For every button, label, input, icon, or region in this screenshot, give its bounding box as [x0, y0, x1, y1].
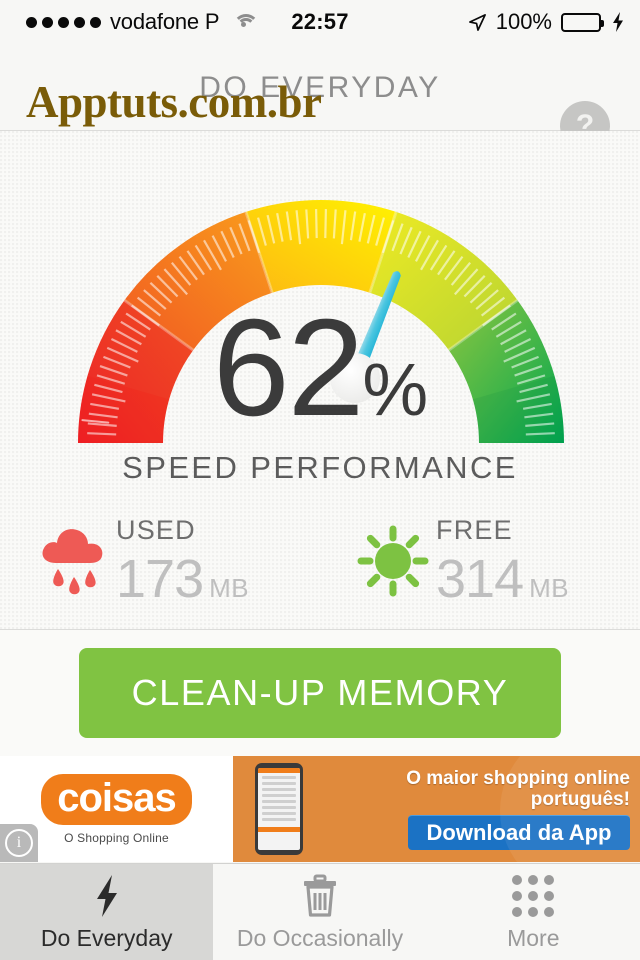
ad-content-area: O maior shopping online português! Downl…	[233, 756, 640, 862]
ad-headline-line1: O maior shopping online	[406, 767, 630, 789]
tab-do-everyday-label: Do Everyday	[40, 925, 173, 951]
status-bar-right: 100%	[468, 9, 624, 35]
ad-brand-name: coisas	[57, 775, 177, 820]
stat-free-text: FREE 314 MB	[436, 511, 569, 610]
stat-free: FREE 314 MB	[320, 511, 640, 621]
ad-banner[interactable]: coisas O Shopping Online O maior shoppin…	[0, 756, 640, 862]
stat-free-valuerow: 314 MB	[436, 548, 569, 610]
grid-dots-icon	[512, 873, 555, 919]
speed-performance-label: SPEED PERFORMANCE	[122, 450, 518, 485]
stat-used-label: USED	[116, 515, 196, 545]
percent-symbol: %	[362, 348, 428, 431]
tab-more-label: More	[507, 925, 560, 951]
tab-do-occasionally[interactable]: Do Occasionally	[213, 864, 426, 960]
stat-used-valuerow: 173 MB	[116, 548, 249, 610]
rain-cloud-icon	[42, 529, 103, 595]
stat-free-unit: MB	[529, 573, 570, 603]
lightning-bolt-icon	[93, 873, 121, 919]
ad-download-button[interactable]: Download da App	[408, 815, 630, 851]
stat-used-unit: MB	[209, 573, 250, 603]
battery-icon	[561, 12, 604, 32]
ad-brand-logo: coisas	[41, 773, 192, 825]
clean-button-area: CLEAN-UP MEMORY	[0, 630, 640, 756]
memory-stats-row: USED 173 MB FREE 314 MB	[0, 511, 640, 621]
speed-performance-value: 62%	[0, 299, 640, 437]
info-icon[interactable]: i	[0, 824, 38, 862]
ad-phone-mockup-icon	[255, 763, 303, 855]
stat-used-value: 173	[116, 549, 204, 609]
ad-headline-line2: português!	[530, 789, 630, 810]
tab-do-everyday[interactable]: Do Everyday	[0, 864, 214, 960]
gauge-panel: 62% SPEED PERFORMANCE USED 173 MB FREE 3…	[0, 131, 640, 630]
battery-percent-label: 100%	[495, 9, 552, 34]
stat-free-value: 314	[436, 549, 524, 609]
status-bar: vodafone P 22:57 100%	[0, 0, 640, 44]
sun-icon	[357, 525, 429, 597]
lightning-bolt-icon	[613, 12, 623, 32]
tab-more[interactable]: More	[427, 864, 640, 960]
tab-do-occasionally-label: Do Occasionally	[236, 925, 404, 951]
stat-free-label: FREE	[436, 515, 513, 545]
watermark-label: Apptuts.com.br	[26, 77, 322, 127]
location-arrow-icon	[468, 13, 486, 31]
trash-icon	[301, 873, 339, 919]
stat-used: USED 173 MB	[0, 511, 320, 621]
stat-used-text: USED 173 MB	[116, 511, 249, 610]
speed-performance-number: 62	[212, 291, 364, 445]
tab-bar: Do Everyday Do Occasionally More	[0, 863, 640, 960]
ad-copy: O maior shopping online português! Downl…	[303, 768, 640, 851]
ad-brand-tagline: O Shopping Online	[64, 830, 169, 845]
app-screen: vodafone P 22:57 100% DO EVERYDAY ? Appt…	[0, 0, 640, 960]
clean-up-memory-button[interactable]: CLEAN-UP MEMORY	[79, 648, 561, 738]
